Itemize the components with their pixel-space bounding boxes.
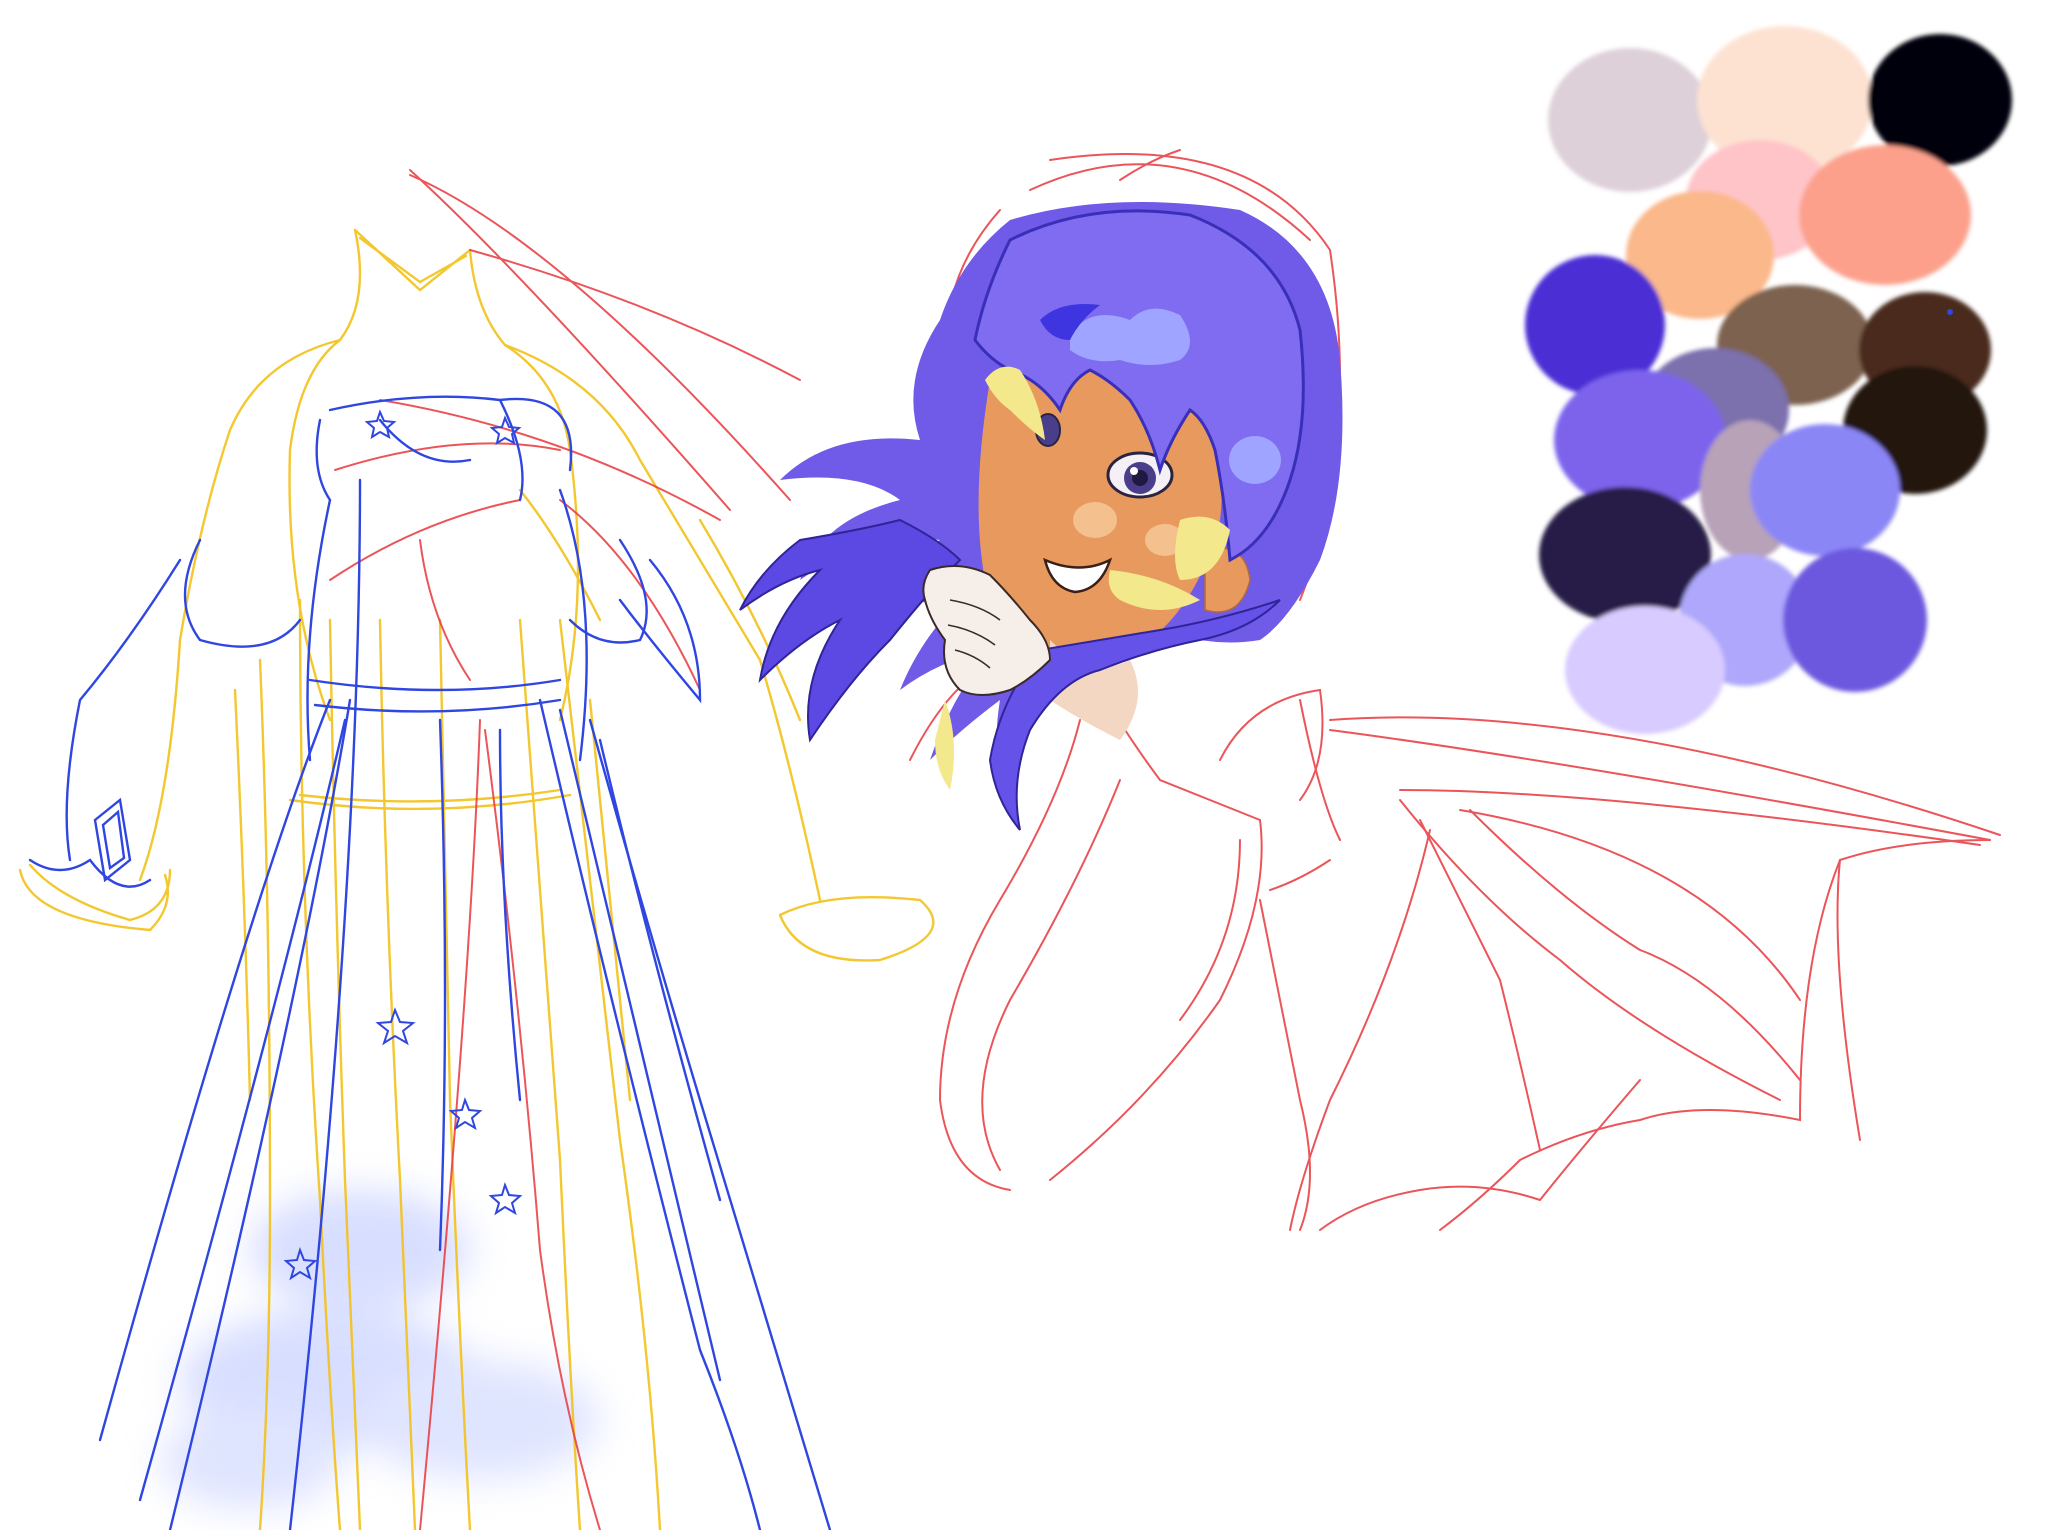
palette-dot bbox=[1947, 309, 1953, 315]
dress-yellow-lines bbox=[18, 228, 935, 1530]
palette-swatch bbox=[1750, 424, 1900, 556]
skirt-glow bbox=[160, 1190, 600, 1510]
artwork-svg bbox=[18, 26, 2012, 1530]
bat-wing-sketch bbox=[1259, 716, 2001, 1231]
palette-swatch bbox=[1783, 548, 1927, 692]
dress-sketch bbox=[18, 169, 935, 1530]
palette-swatch bbox=[1799, 145, 1971, 285]
character-portrait bbox=[739, 149, 1343, 1191]
palette-swatch bbox=[1565, 606, 1725, 734]
palette-swatch bbox=[1548, 48, 1712, 192]
cheek-highlight bbox=[1073, 502, 1117, 538]
hair-highlight-3 bbox=[1229, 436, 1281, 484]
color-palette bbox=[1525, 26, 2012, 734]
drawing-canvas[interactable] bbox=[0, 0, 2048, 1530]
